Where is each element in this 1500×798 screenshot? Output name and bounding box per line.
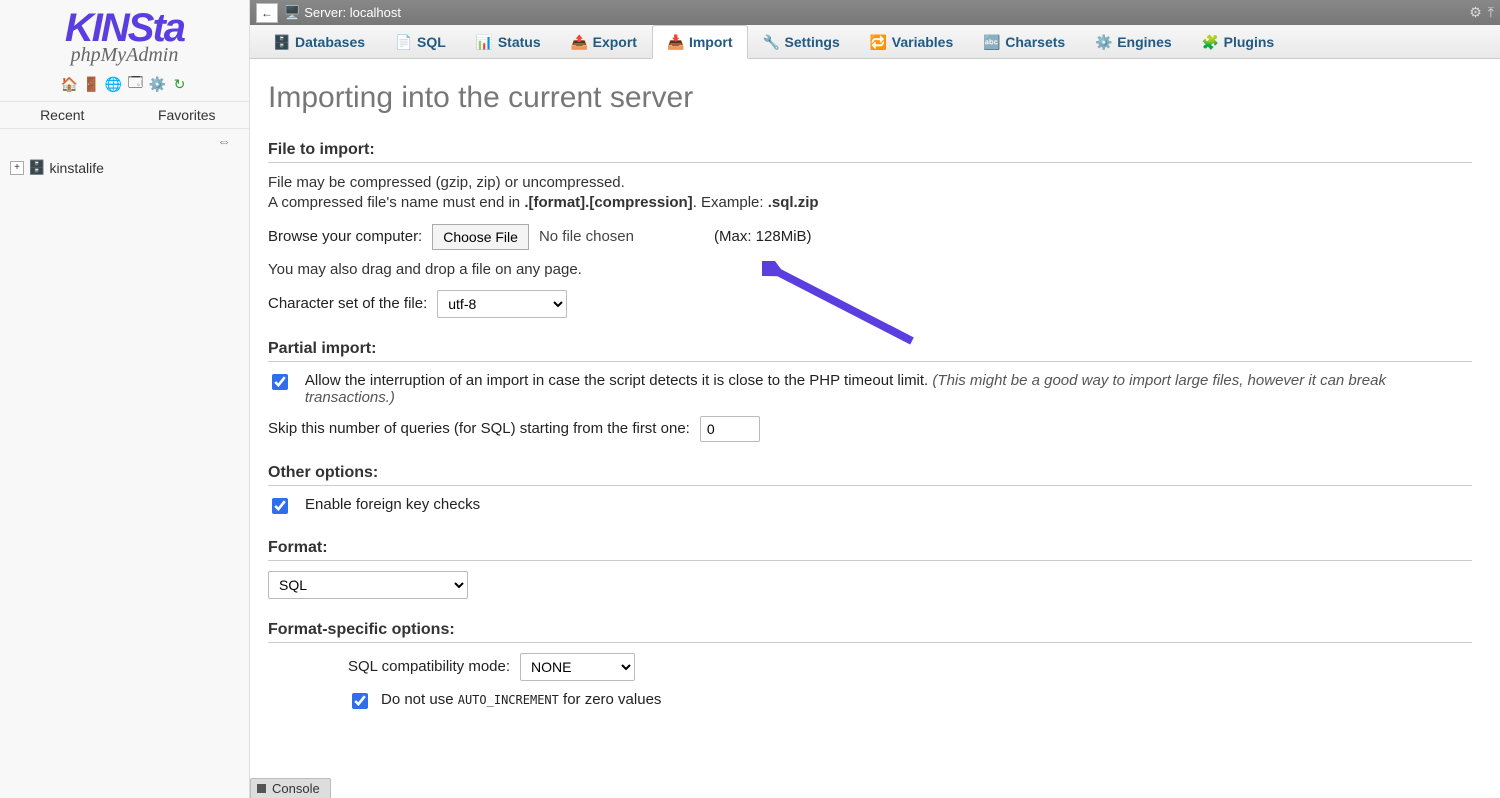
console-label: Console xyxy=(272,781,320,796)
tab-databases[interactable]: 🗄️ Databases xyxy=(258,25,380,58)
tree-expand-icon[interactable]: + xyxy=(10,161,24,175)
tab-label: Settings xyxy=(785,34,840,50)
format-select[interactable]: SQL xyxy=(268,571,468,599)
foreign-key-label: Enable foreign key checks xyxy=(305,496,480,513)
charset-select[interactable]: utf-8 xyxy=(437,290,567,318)
tab-charsets[interactable]: 🔤 Charsets xyxy=(968,25,1080,58)
compat-mode-select[interactable]: NONE xyxy=(520,653,635,681)
collapse-sidebar-icon[interactable]: ⇔ xyxy=(217,133,231,149)
console-icon xyxy=(257,784,266,793)
foreign-key-checkbox[interactable] xyxy=(272,498,288,514)
query-window-icon[interactable]: 🗔 xyxy=(127,75,145,93)
logo-main: KINSta xyxy=(65,6,184,46)
status-icon: 📊 xyxy=(476,34,492,50)
logo-sub: phpMyAdmin xyxy=(71,44,179,67)
no-file-chosen: No file chosen xyxy=(539,228,634,245)
code-text: AUTO_INCREMENT xyxy=(458,693,559,707)
text: A compressed file's name must end in xyxy=(268,194,524,211)
database-icon: 🗄️ xyxy=(28,159,45,176)
variables-icon: 🔁 xyxy=(870,34,886,50)
tab-sql[interactable]: 📄 SQL xyxy=(380,25,461,58)
logout-icon[interactable]: 🚪 xyxy=(83,75,101,93)
tab-engines[interactable]: ⚙️ Engines xyxy=(1080,25,1186,58)
export-icon: 📤 xyxy=(571,34,587,50)
charset-label: Character set of the file: xyxy=(268,295,427,312)
drag-drop-hint: You may also drag and drop a file on any… xyxy=(268,260,1472,280)
tab-label: Import xyxy=(689,34,733,50)
settings-icon[interactable]: ⚙️ xyxy=(149,75,167,93)
page-title: Importing into the current server xyxy=(268,81,1472,115)
charsets-icon: 🔤 xyxy=(983,34,999,50)
server-label: Server: localhost xyxy=(304,5,401,20)
allow-interrupt-checkbox[interactable] xyxy=(272,374,288,390)
compat-mode-label: SQL compatibility mode: xyxy=(348,658,510,675)
engines-icon: ⚙️ xyxy=(1095,34,1111,50)
tab-export[interactable]: 📤 Export xyxy=(556,25,652,58)
text-bold: .sql.zip xyxy=(768,194,819,211)
tab-label: Variables xyxy=(892,34,954,50)
import-icon: 📥 xyxy=(667,34,683,50)
section-partial-import: Partial import: xyxy=(268,340,1472,362)
db-name: kinstalife xyxy=(49,160,103,176)
tab-label: Export xyxy=(593,34,637,50)
gear-icon[interactable]: ⚙ xyxy=(1469,4,1482,21)
topbar: ← 🖥️ Server: localhost ⚙ ⤒ xyxy=(250,0,1500,25)
skip-queries-label: Skip this number of queries (for SQL) st… xyxy=(268,420,690,437)
tab-label: Engines xyxy=(1117,34,1171,50)
max-size: (Max: 128MiB) xyxy=(714,228,812,245)
text: for zero values xyxy=(559,691,662,708)
text: Allow the interruption of an import in c… xyxy=(305,372,933,389)
back-button[interactable]: ← xyxy=(256,3,278,23)
tab-plugins[interactable]: 🧩 Plugins xyxy=(1187,25,1290,58)
section-other-options: Other options: xyxy=(268,464,1472,486)
plugins-icon: 🧩 xyxy=(1202,34,1218,50)
section-format-specific: Format-specific options: xyxy=(268,621,1472,643)
server-icon: 🖥️ xyxy=(284,5,300,21)
sidebar-tabs: Recent Favorites xyxy=(0,101,249,129)
collapse-topbar-icon[interactable]: ⤒ xyxy=(1488,4,1494,21)
auto-increment-checkbox[interactable] xyxy=(352,693,368,709)
skip-queries-input[interactable] xyxy=(700,416,760,442)
tab-label: Charsets xyxy=(1005,34,1065,50)
docs-icon[interactable]: 🌐 xyxy=(105,75,123,93)
content: Importing into the current server File t… xyxy=(250,59,1500,798)
home-icon[interactable]: 🏠 xyxy=(61,75,79,93)
text: . Example: xyxy=(693,194,768,211)
tab-settings[interactable]: 🔧 Settings xyxy=(748,25,855,58)
browse-label: Browse your computer: xyxy=(268,228,422,245)
console-tab[interactable]: Console xyxy=(250,778,331,798)
section-file-to-import: File to import: xyxy=(268,141,1472,163)
sidebar-icon-row: 🏠 🚪 🌐 🗔 ⚙️ ↻ xyxy=(61,75,189,93)
sql-icon: 📄 xyxy=(395,34,411,50)
allow-interrupt-label: Allow the interruption of an import in c… xyxy=(305,372,1472,406)
sidebar: KINSta phpMyAdmin 🏠 🚪 🌐 🗔 ⚙️ ↻ Recent Fa… xyxy=(0,0,250,798)
choose-file-button[interactable]: Choose File xyxy=(432,224,529,250)
main-tabs: 🗄️ Databases 📄 SQL 📊 Status 📤 Export 📥 Import… xyxy=(250,25,1500,59)
file-help-line1: File may be compressed (gzip, zip) or un… xyxy=(268,173,1472,193)
tab-import[interactable]: 📥 Import xyxy=(652,25,748,59)
tab-status[interactable]: 📊 Status xyxy=(461,25,556,58)
tab-label: SQL xyxy=(417,34,446,50)
sidebar-tab-recent[interactable]: Recent xyxy=(0,102,125,128)
file-help-line2: A compressed file's name must end in .[f… xyxy=(268,193,1472,213)
sidebar-tab-favorites[interactable]: Favorites xyxy=(125,102,250,128)
databases-icon: 🗄️ xyxy=(273,34,289,50)
tab-label: Plugins xyxy=(1224,34,1275,50)
tab-variables[interactable]: 🔁 Variables xyxy=(855,25,969,58)
settings-tab-icon: 🔧 xyxy=(763,34,779,50)
text-bold: .[format].[compression] xyxy=(524,194,692,211)
text: Do not use xyxy=(381,691,458,708)
db-tree-item[interactable]: + 🗄️ kinstalife xyxy=(10,159,239,176)
reload-icon[interactable]: ↻ xyxy=(171,75,189,93)
section-format: Format: xyxy=(268,539,1472,561)
tab-label: Databases xyxy=(295,34,365,50)
auto-increment-label: Do not use AUTO_INCREMENT for zero value… xyxy=(381,691,661,708)
tab-label: Status xyxy=(498,34,541,50)
